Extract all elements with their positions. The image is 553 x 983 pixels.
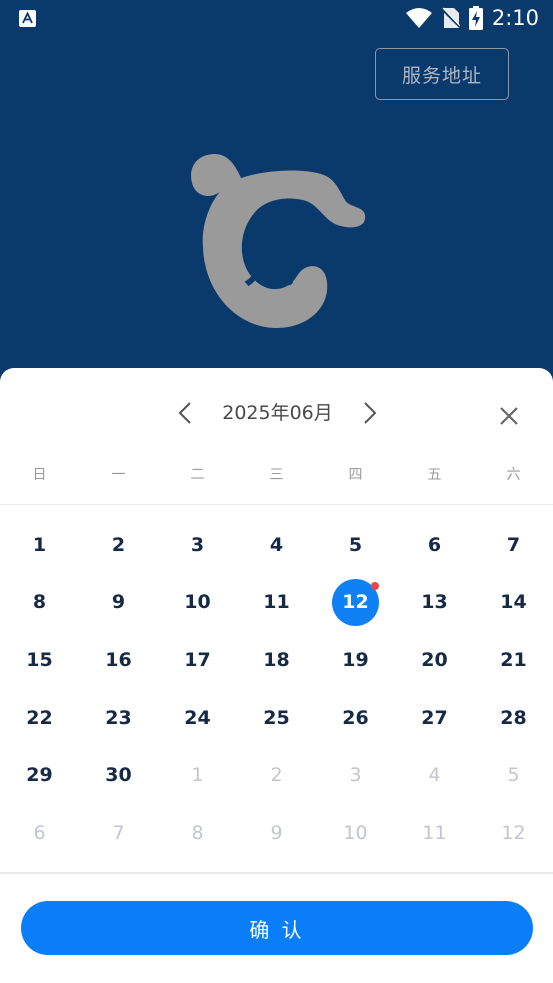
day-cell-next-month: 10 bbox=[343, 821, 368, 844]
day-cell[interactable]: 20 bbox=[395, 631, 474, 689]
day-cell-next-month: 7 bbox=[112, 821, 125, 844]
day-cell[interactable]: 21 bbox=[474, 631, 553, 689]
day-cell[interactable]: 4 bbox=[237, 516, 316, 574]
day-cell-next-month: 9 bbox=[270, 821, 283, 844]
day-cell[interactable]: 13 bbox=[395, 574, 474, 632]
day-cell-next-month: 8 bbox=[191, 821, 204, 844]
day-cell[interactable]: 15 bbox=[0, 631, 79, 689]
month-navigation: 2025年06月 bbox=[0, 390, 553, 440]
week-row: 29 30 1 2 3 4 5 bbox=[0, 746, 553, 804]
divider bbox=[0, 504, 553, 505]
day-cell[interactable]: 30 bbox=[79, 746, 158, 804]
day-cell[interactable]: 29 bbox=[0, 746, 79, 804]
day-cell[interactable]: 16 bbox=[79, 631, 158, 689]
week-row: 8 9 10 11 12 13 14 bbox=[0, 574, 553, 632]
day-cell[interactable]: 3 bbox=[158, 516, 237, 574]
weekday-label: 一 bbox=[111, 467, 126, 483]
day-cell[interactable]: 26 bbox=[316, 689, 395, 747]
battery-charging-icon bbox=[468, 6, 483, 30]
next-month-button[interactable] bbox=[355, 395, 385, 431]
week-row: 15 16 17 18 19 20 21 bbox=[0, 631, 553, 689]
day-cell-next-month: 12 bbox=[501, 821, 526, 844]
day-cell[interactable]: 8 bbox=[0, 574, 79, 632]
weekday-label: 日 bbox=[32, 467, 47, 483]
weekday-label: 二 bbox=[190, 467, 205, 483]
status-time: 2:10 bbox=[491, 6, 539, 30]
today-dot bbox=[371, 581, 379, 590]
day-cell-next-month: 5 bbox=[507, 764, 520, 787]
day-grid: 1 2 3 4 5 6 7 8 9 10 11 12 13 14 15 16 1… bbox=[0, 516, 553, 862]
day-cell[interactable]: 14 bbox=[474, 574, 553, 632]
day-cell[interactable]: 22 bbox=[0, 689, 79, 747]
divider bbox=[0, 872, 553, 874]
day-cell-next-month: 4 bbox=[428, 764, 441, 787]
weekday-header: 日 一 二 三 四 五 六 bbox=[0, 464, 553, 488]
day-cell-selected[interactable]: 12 bbox=[316, 574, 395, 632]
prev-month-button[interactable] bbox=[170, 395, 200, 431]
day-cell[interactable]: 27 bbox=[395, 689, 474, 747]
app-notification-icon bbox=[19, 10, 36, 27]
day-cell[interactable]: 1 bbox=[0, 516, 79, 574]
day-cell-next-month: 6 bbox=[33, 821, 46, 844]
weekday-label: 五 bbox=[427, 467, 442, 483]
day-cell[interactable]: 18 bbox=[237, 631, 316, 689]
day-cell[interactable]: 5 bbox=[316, 516, 395, 574]
day-cell[interactable]: 23 bbox=[79, 689, 158, 747]
no-sim-icon bbox=[441, 7, 460, 28]
day-cell-next-month: 2 bbox=[270, 764, 283, 787]
day-cell[interactable]: 19 bbox=[316, 631, 395, 689]
month-label: 2025年06月 bbox=[222, 402, 333, 424]
day-cell-next-month: 1 bbox=[191, 764, 204, 787]
status-bar: 2:10 bbox=[0, 0, 553, 36]
calendar-sheet: 2025年06月 日 一 二 三 四 五 六 1 2 3 4 5 6 7 8 9… bbox=[0, 368, 553, 983]
day-cell[interactable]: 10 bbox=[158, 574, 237, 632]
day-cell[interactable]: 24 bbox=[158, 689, 237, 747]
day-cell[interactable]: 7 bbox=[474, 516, 553, 574]
week-row: 22 23 24 25 26 27 28 bbox=[0, 689, 553, 747]
day-cell[interactable]: 6 bbox=[395, 516, 474, 574]
close-icon[interactable] bbox=[494, 401, 524, 431]
week-row: 1 2 3 4 5 6 7 bbox=[0, 516, 553, 574]
wifi-icon bbox=[405, 8, 432, 28]
day-cell[interactable]: 2 bbox=[79, 516, 158, 574]
service-address-button[interactable]: 服务地址 bbox=[375, 48, 509, 100]
day-cell-next-month: 11 bbox=[422, 821, 447, 844]
weekday-label: 六 bbox=[506, 467, 521, 483]
logo-text: 财 bbox=[244, 226, 302, 294]
week-row: 6 7 8 9 10 11 12 bbox=[0, 804, 553, 862]
confirm-button[interactable]: 确 认 bbox=[21, 901, 533, 955]
day-cell[interactable]: 17 bbox=[158, 631, 237, 689]
day-cell-next-month: 3 bbox=[349, 764, 362, 787]
day-cell[interactable]: 28 bbox=[474, 689, 553, 747]
day-cell[interactable]: 11 bbox=[237, 574, 316, 632]
weekday-label: 四 bbox=[348, 467, 363, 483]
app-logo: 财 bbox=[191, 154, 366, 328]
day-cell[interactable]: 9 bbox=[79, 574, 158, 632]
day-cell[interactable]: 25 bbox=[237, 689, 316, 747]
weekday-label: 三 bbox=[269, 467, 284, 483]
